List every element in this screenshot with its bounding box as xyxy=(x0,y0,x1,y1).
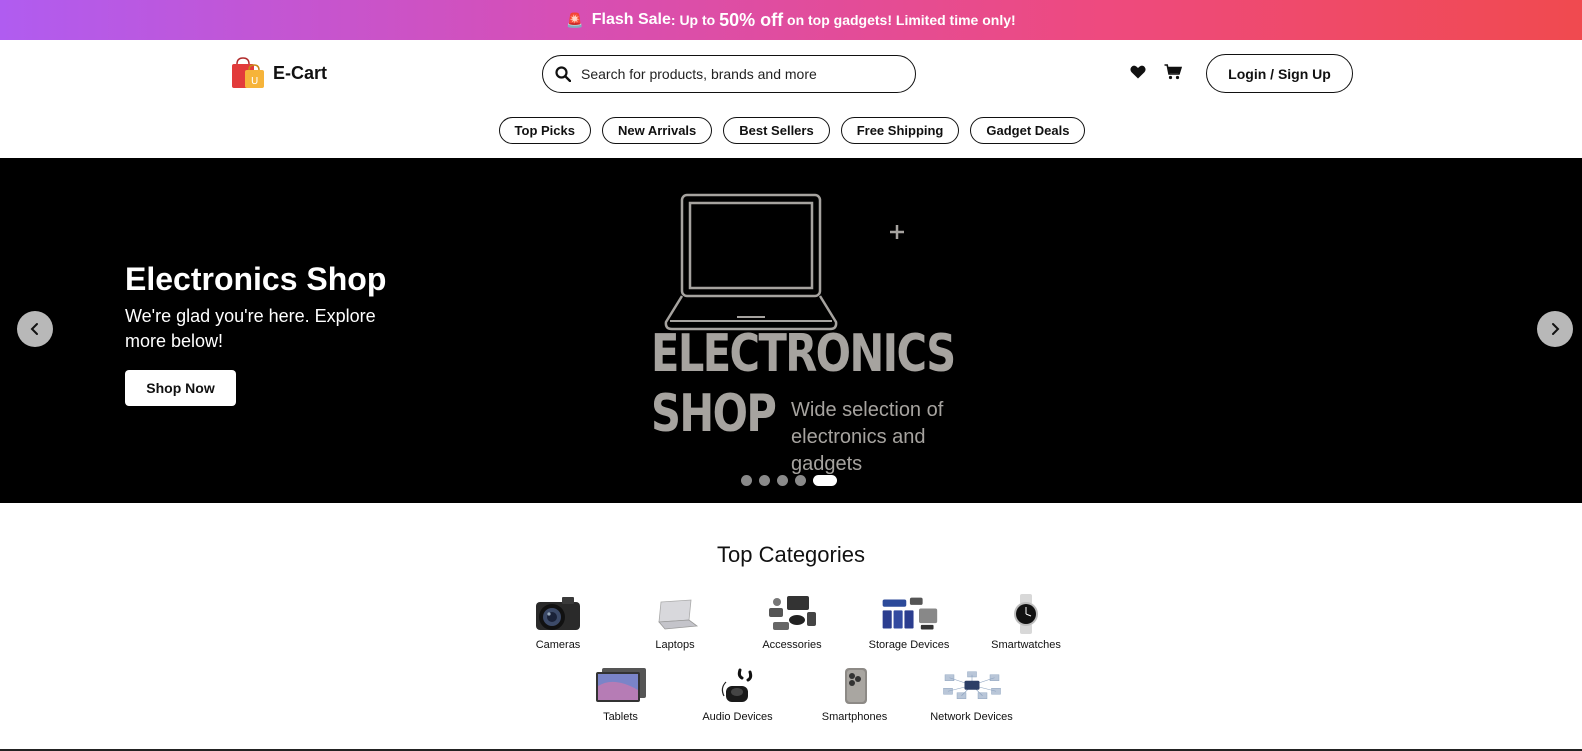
flash-sale-tail: on top gadgets! Limited time only! xyxy=(783,12,1016,28)
category-label: Laptops xyxy=(655,639,695,651)
hero-art-heading-line2: SHOP xyxy=(651,384,777,444)
heart-icon[interactable] xyxy=(1130,65,1146,79)
top-categories-title: Top Categories xyxy=(717,542,865,567)
login-signup-button[interactable]: Login / Sign Up xyxy=(1206,54,1353,93)
category-smartwatches[interactable]: Smartwatches xyxy=(968,592,1085,651)
flash-sale-text: : Up to xyxy=(670,12,720,28)
carousel-dot-5-active[interactable] xyxy=(813,475,837,486)
camera-icon xyxy=(536,597,580,630)
category-label: Smartwatches xyxy=(991,639,1061,651)
flash-sale-label: Flash Sale xyxy=(591,11,671,28)
brand-logo[interactable]: U E-Cart xyxy=(231,56,327,90)
smartphone-icon xyxy=(844,668,867,704)
hero-carousel: Electronics Shop We're glad you're here.… xyxy=(0,158,1582,503)
carousel-next-button[interactable] xyxy=(1537,311,1573,347)
category-label: Audio Devices xyxy=(702,711,773,723)
category-label: Cameras xyxy=(535,639,581,651)
flash-sale-banner: 🚨 Flash Sale: Up to 50% off on top gadge… xyxy=(0,0,1582,40)
shop-now-button[interactable]: Shop Now xyxy=(125,370,236,406)
category-row-2: Tablets Audio Devices Smartphones Networ… xyxy=(0,664,1582,723)
quick-filter-pills: Top Picks New Arrivals Best Sellers Free… xyxy=(0,112,1582,158)
category-row-1: Cameras Laptops Accessories Storage Devi… xyxy=(0,592,1582,651)
svg-text:U: U xyxy=(251,76,258,87)
carousel-dots xyxy=(741,475,837,486)
alarm-light-icon: 🚨 xyxy=(566,11,584,28)
pill-best-sellers[interactable]: Best Sellers xyxy=(723,117,830,144)
carousel-dot-4[interactable] xyxy=(795,475,806,486)
smartwatch-icon xyxy=(1014,594,1038,634)
carousel-dot-2[interactable] xyxy=(759,475,770,486)
network-icon xyxy=(942,671,1001,699)
hero-title: Electronics Shop xyxy=(125,261,387,297)
carousel-prev-button[interactable] xyxy=(17,311,53,347)
category-label: Network Devices xyxy=(930,711,1013,723)
pill-free-shipping[interactable]: Free Shipping xyxy=(840,117,960,144)
pill-top-picks[interactable]: Top Picks xyxy=(498,117,591,144)
hero-art-tagline: Wide selection of electronics and gadget… xyxy=(791,399,944,475)
search-bar[interactable] xyxy=(542,55,916,93)
carousel-dot-1[interactable] xyxy=(741,475,752,486)
search-input[interactable] xyxy=(581,66,881,82)
brand-name: E-Cart xyxy=(273,62,328,83)
category-label: Storage Devices xyxy=(868,639,950,651)
laptop-icon xyxy=(658,599,699,630)
category-storage-devices[interactable]: Storage Devices xyxy=(851,592,968,651)
earbuds-icon xyxy=(721,668,752,702)
category-laptops[interactable]: Laptops xyxy=(617,592,734,651)
category-label: Smartphones xyxy=(821,711,888,723)
category-audio-devices[interactable]: Audio Devices xyxy=(679,664,796,723)
pill-gadget-deals[interactable]: Gadget Deals xyxy=(970,117,1086,144)
category-label: Tablets xyxy=(603,711,638,723)
hero-art-heading-line1: ELECTRONICS xyxy=(651,324,956,384)
chevron-left-icon xyxy=(30,323,38,335)
cart-icon[interactable] xyxy=(1164,64,1182,80)
tablet-icon xyxy=(595,668,646,702)
hero-text-block: Electronics Shop We're glad you're here.… xyxy=(125,260,405,406)
category-accessories[interactable]: Accessories xyxy=(734,592,851,651)
chevron-right-icon xyxy=(1552,323,1560,335)
category-smartphones[interactable]: Smartphones xyxy=(796,664,913,723)
storage-icon xyxy=(882,597,938,630)
pill-new-arrivals[interactable]: New Arrivals xyxy=(601,117,713,144)
hero-subtitle: We're glad you're here. Explore more bel… xyxy=(125,306,376,351)
flash-sale-discount: 50% off xyxy=(719,9,784,30)
category-label: Accessories xyxy=(762,639,822,651)
header-icons xyxy=(1130,64,1182,80)
category-tablets[interactable]: Tablets xyxy=(562,664,679,723)
category-network-devices[interactable]: Network Devices xyxy=(913,664,1030,723)
category-cameras[interactable]: Cameras xyxy=(500,592,617,651)
accessories-icon xyxy=(769,596,816,630)
site-header: U E-Cart Login / Sign Up xyxy=(0,40,1582,112)
search-icon xyxy=(555,66,571,82)
carousel-dot-3[interactable] xyxy=(777,475,788,486)
shopping-bag-logo-icon: U xyxy=(232,57,264,88)
